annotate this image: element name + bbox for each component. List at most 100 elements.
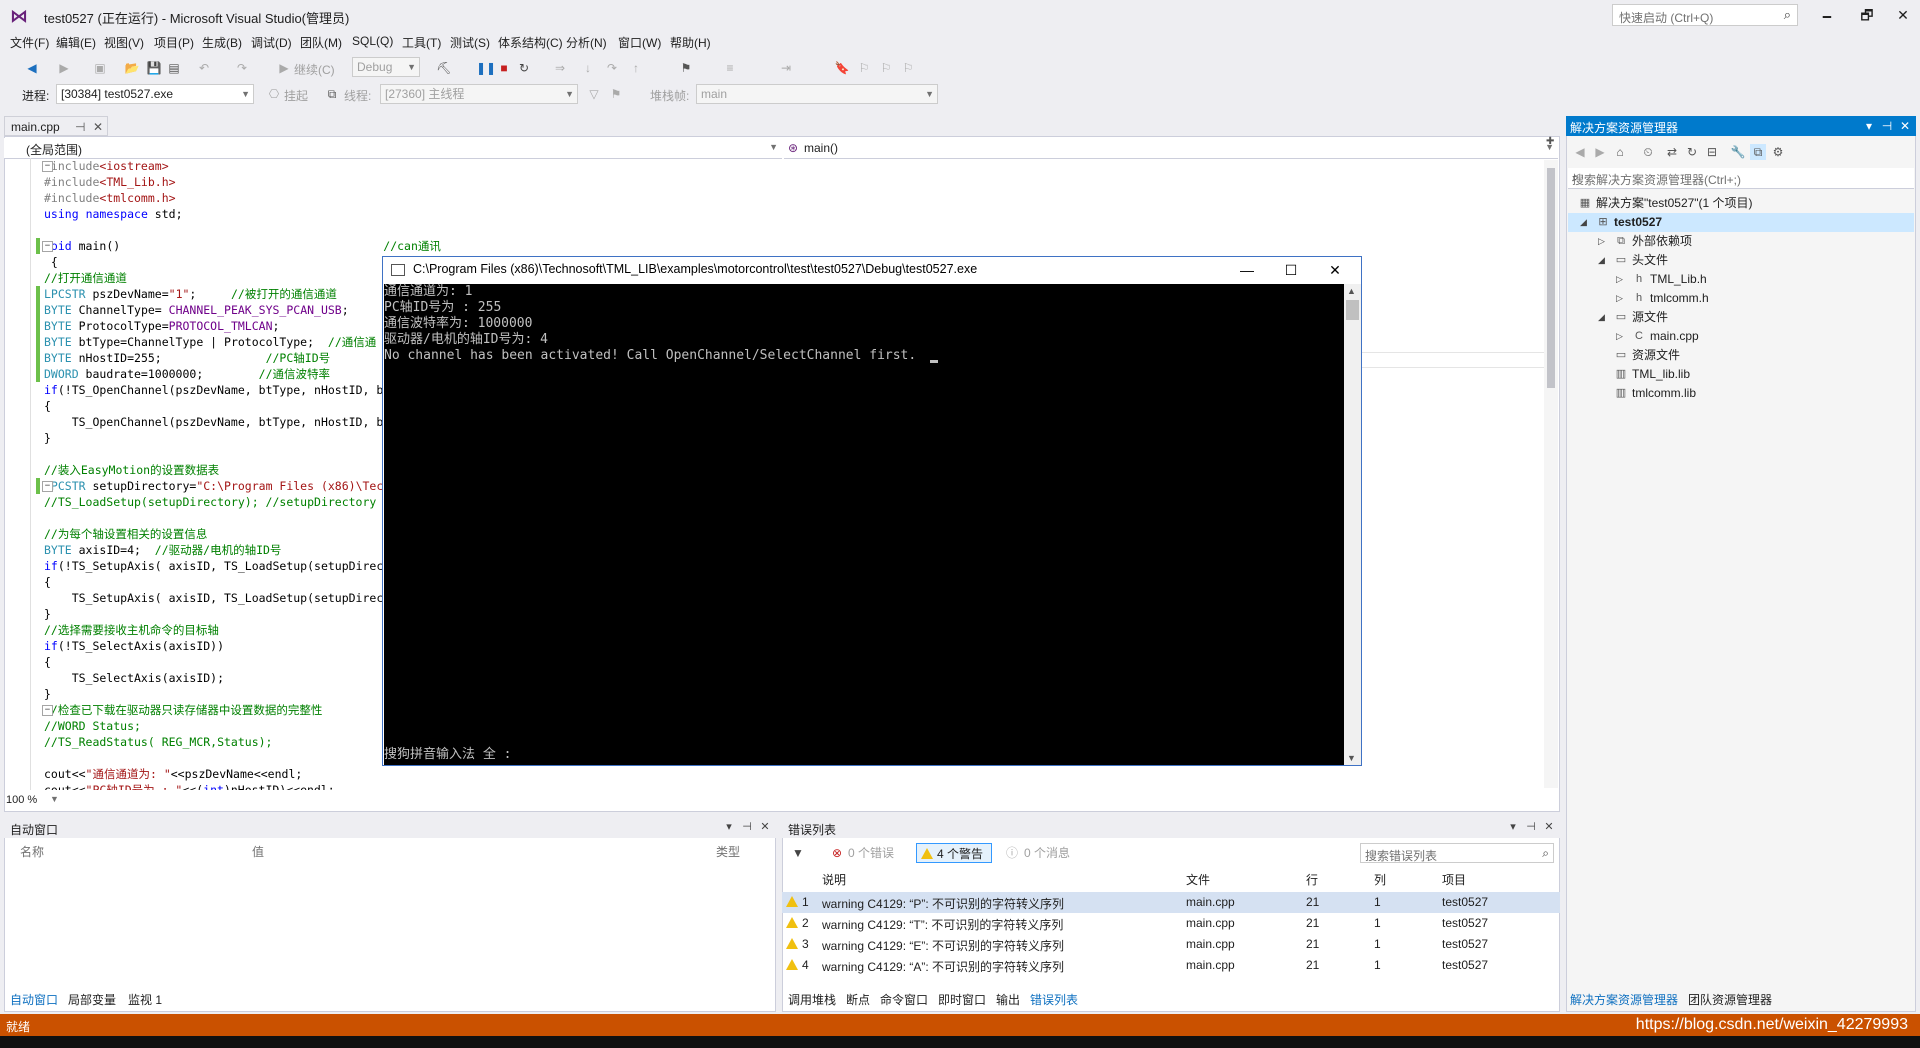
- pin-icon[interactable]: ⊣: [1524, 820, 1538, 834]
- autos-col-type[interactable]: 类型: [716, 843, 740, 860]
- dropdown-icon[interactable]: ▾: [1506, 820, 1520, 834]
- step-out-icon[interactable]: ↑: [628, 60, 644, 76]
- dropdown-icon[interactable]: ▾: [722, 820, 736, 834]
- tree-item[interactable]: ▷ ⧉ 外部依赖项: [1568, 232, 1914, 251]
- back-icon[interactable]: ◀: [24, 60, 40, 76]
- forward-icon[interactable]: ▶: [1592, 144, 1608, 160]
- messages-filter-button[interactable]: 0 个消息: [1024, 843, 1070, 863]
- warnings-filter-button[interactable]: 4 个警告: [916, 843, 992, 863]
- pin-icon[interactable]: ⊣: [740, 820, 754, 834]
- attach-icon[interactable]: ⛏: [436, 60, 452, 76]
- expanded-arrow-icon[interactable]: ◢: [1580, 213, 1587, 232]
- error-row[interactable]: 4 warning C4129: “A”: 不可识别的字符转义序列 main.cpp…: [782, 955, 1560, 976]
- pin-icon[interactable]: ⊣: [75, 120, 85, 134]
- filter-icon[interactable]: ▼: [792, 843, 804, 863]
- history-icon[interactable]: ⏲: [1640, 144, 1656, 160]
- menu-item[interactable]: 体系结构(C): [498, 34, 563, 51]
- menu-item[interactable]: 分析(N): [566, 34, 607, 51]
- close-icon[interactable]: ✕: [1898, 119, 1912, 133]
- step-into-icon[interactable]: ↓: [580, 60, 596, 76]
- menu-item[interactable]: 帮助(H): [670, 34, 711, 51]
- continue-icon[interactable]: ▶: [276, 60, 292, 76]
- error-search-input[interactable]: 搜索错误列表 ⌕: [1360, 843, 1554, 863]
- error-panel-tab[interactable]: 即时窗口: [938, 991, 986, 1008]
- expanded-arrow-icon[interactable]: ◢: [1598, 251, 1605, 270]
- errors-filter-button[interactable]: 0 个错误: [848, 843, 894, 863]
- suspend-label[interactable]: 挂起: [284, 87, 308, 104]
- indent-icon[interactable]: ⇥: [778, 60, 794, 76]
- stop-debugging-icon[interactable]: ■: [496, 60, 512, 76]
- fold-toggle-icon[interactable]: −: [42, 705, 53, 716]
- menu-item[interactable]: 工具(T): [402, 34, 441, 51]
- restart-icon[interactable]: ↻: [516, 60, 532, 76]
- expanded-arrow-icon[interactable]: ◢: [1598, 308, 1605, 327]
- tree-item[interactable]: ▥ tmlcomm.lib: [1568, 384, 1914, 403]
- error-panel-tab[interactable]: 输出: [996, 991, 1020, 1008]
- error-col-header[interactable]: 说明: [822, 871, 846, 888]
- autos-title-bar[interactable]: 自动窗口 ▾ ⊣ ✕: [4, 818, 776, 838]
- tree-item[interactable]: ▥ TML_lib.lib: [1568, 365, 1914, 384]
- bookmark-icon[interactable]: 🔖: [834, 60, 850, 76]
- sync-icon[interactable]: ⇄: [1664, 144, 1680, 160]
- menu-item[interactable]: 项目(P): [154, 34, 194, 51]
- close-button[interactable]: ✕: [1888, 4, 1918, 26]
- quick-launch-input[interactable]: 快速启动 (Ctrl+Q) ⌕: [1612, 4, 1798, 26]
- prev-bookmark-icon[interactable]: ⚐: [856, 60, 872, 76]
- error-col-header[interactable]: 文件: [1186, 871, 1210, 888]
- filter-icon[interactable]: ▽: [586, 86, 602, 102]
- solution-explorer-search[interactable]: 搜索解决方案资源管理器(Ctrl+;) ⌕: [1568, 168, 1914, 189]
- show-all-files-icon[interactable]: ⧉: [1750, 144, 1766, 160]
- error-col-header[interactable]: 列: [1374, 871, 1386, 888]
- scroll-down-icon[interactable]: ▼: [1347, 753, 1356, 763]
- zoom-dropdown[interactable]: 100 % ▼: [6, 794, 66, 810]
- close-icon[interactable]: ✕: [1542, 820, 1556, 834]
- error-col-header[interactable]: 行: [1306, 871, 1318, 888]
- collapse-all-icon[interactable]: ⊟: [1704, 144, 1720, 160]
- close-tab-icon[interactable]: ✕: [93, 120, 103, 134]
- menu-item[interactable]: 测试(S): [450, 34, 490, 51]
- menu-item[interactable]: 窗口(W): [618, 34, 661, 51]
- break-all-icon[interactable]: ❚❚: [476, 60, 496, 76]
- next-bookmark-icon[interactable]: ⚐: [878, 60, 894, 76]
- maximize-button[interactable]: 🗗: [1852, 4, 1882, 26]
- tree-item[interactable]: ▷ h TML_Lib.h: [1568, 270, 1914, 289]
- function-dropdown[interactable]: ⊛ main() ▼: [784, 138, 1558, 159]
- thread-dropdown[interactable]: [27360] 主线程 ▼: [380, 84, 578, 104]
- class-view-icon[interactable]: ⚙: [1770, 144, 1786, 160]
- error-panel-tab[interactable]: 命令窗口: [880, 991, 928, 1008]
- forward-icon[interactable]: ▶: [56, 60, 72, 76]
- error-row[interactable]: 1 warning C4129: “P”: 不可识别的字符转义序列 main.cpp…: [782, 892, 1560, 913]
- continue-label[interactable]: 继续(C): [294, 61, 335, 78]
- menu-item[interactable]: 编辑(E): [56, 34, 96, 51]
- suspend-icon[interactable]: ⎔: [266, 86, 282, 102]
- tree-item[interactable]: ◢ ▭ 源文件: [1568, 308, 1914, 327]
- save-all-icon[interactable]: ▤: [166, 60, 182, 76]
- menu-item[interactable]: 调试(D): [251, 34, 292, 51]
- properties-icon[interactable]: 🔧: [1730, 144, 1746, 160]
- tree-item[interactable]: ▷ h tmlcomm.h: [1568, 289, 1914, 308]
- error-col-header[interactable]: 项目: [1442, 871, 1466, 888]
- open-file-icon[interactable]: 📂: [124, 60, 140, 76]
- editor-scroll-thumb[interactable]: [1547, 168, 1555, 388]
- home-icon[interactable]: ⌂: [1612, 144, 1628, 160]
- autos-tab[interactable]: 监视 1: [128, 991, 162, 1008]
- menu-item[interactable]: 文件(F): [10, 34, 49, 51]
- save-icon[interactable]: 💾: [146, 60, 162, 76]
- scroll-up-icon[interactable]: ▲: [1347, 286, 1356, 296]
- step-over-icon[interactable]: ↷: [604, 60, 620, 76]
- new-project-icon[interactable]: ▣: [92, 60, 108, 76]
- console-title-bar[interactable]: C:\Program Files (x86)\Technosoft\TML_LI…: [383, 257, 1361, 283]
- pin-icon[interactable]: ⊣: [1880, 119, 1894, 133]
- menu-item[interactable]: 视图(V): [104, 34, 144, 51]
- back-icon[interactable]: ◀: [1572, 144, 1588, 160]
- stackframe-dropdown[interactable]: main ▼: [696, 84, 938, 104]
- console-output[interactable]: 通信通道为: 1 PC轴ID号为 : 255 通信波特率为: 1000000 驱动器/…: [384, 284, 1344, 765]
- flag-icon[interactable]: ⚑: [608, 86, 624, 102]
- solution-footer-tab[interactable]: 团队资源管理器: [1688, 991, 1772, 1008]
- solution-footer-tab[interactable]: 解决方案资源管理器: [1570, 991, 1678, 1008]
- collapsed-arrow-icon[interactable]: ▷: [1616, 270, 1623, 289]
- dropdown-icon[interactable]: ▾: [1862, 119, 1876, 133]
- error-panel-tab[interactable]: 错误列表: [1030, 991, 1078, 1008]
- fold-toggle-icon[interactable]: −: [42, 481, 53, 492]
- close-icon[interactable]: ✕: [758, 820, 772, 834]
